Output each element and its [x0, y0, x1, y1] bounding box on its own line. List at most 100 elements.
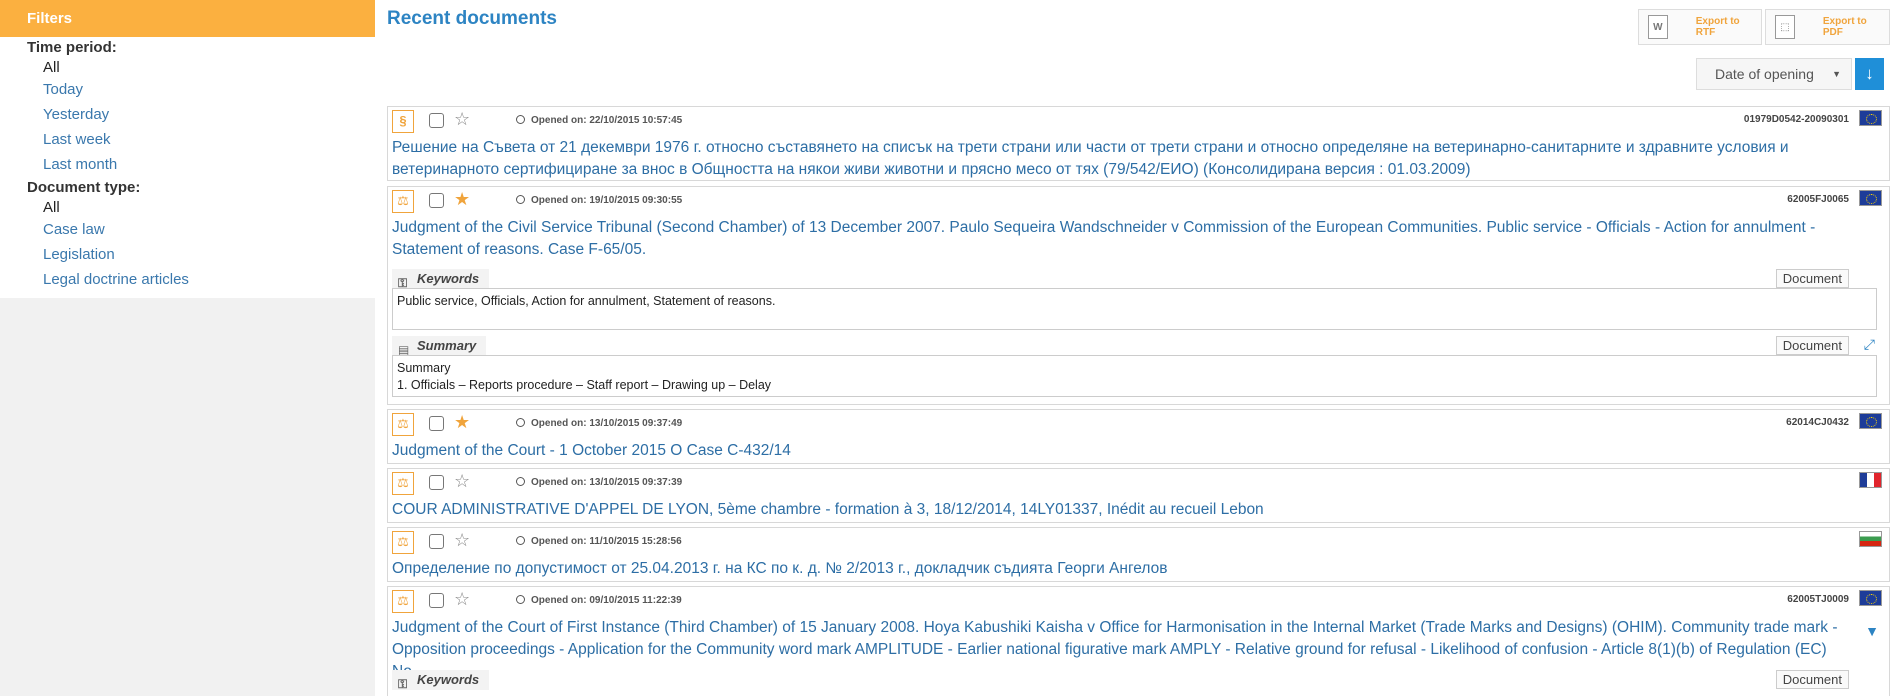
expand-caret-icon[interactable]: ▼ — [1865, 623, 1879, 639]
scales-icon: ⚖ — [392, 190, 414, 213]
keywords-label-text: Keywords — [417, 672, 480, 687]
document-id: 62005FJ0065 — [1787, 194, 1849, 205]
document-item: ⚖ ☆ Opened on: 13/10/2015 09:37:39 COUR … — [387, 468, 1890, 523]
opened-value: 09/10/2015 11:22:39 — [589, 595, 682, 606]
scales-icon: ⚖ — [392, 472, 414, 495]
export-rtf-label: Export to RTF — [1695, 16, 1740, 38]
opened-date: Opened on: 11/10/2015 15:28:56 — [516, 536, 682, 547]
star-icon[interactable]: ☆ — [454, 589, 470, 609]
bulgaria-flag-icon — [1859, 531, 1882, 547]
document-title-link[interactable]: COUR ADMINISTRATIVE D'APPEL DE LYON, 5èm… — [392, 499, 1849, 521]
opened-prefix: Opened on: — [531, 115, 587, 126]
keywords-icon: ⚿ — [398, 677, 408, 691]
clock-icon — [516, 195, 525, 204]
document-id: 62005TJ0009 — [1787, 594, 1849, 605]
summary-text: 1. Officials – Reports procedure – Staff… — [397, 378, 772, 392]
summary-label: ▤ Summary — [392, 336, 487, 357]
filter-type-all[interactable]: All — [0, 199, 375, 217]
keywords-label: ⚿ Keywords — [392, 670, 490, 691]
document-item: ⚖ ☆ Opened on: 09/10/2015 11:22:39 62005… — [387, 586, 1890, 696]
main-content: Recent documents W Export to RTF ⬚ Expor… — [375, 0, 1893, 696]
opened-value: 11/10/2015 15:28:56 — [589, 536, 682, 547]
star-icon[interactable]: ☆ — [454, 530, 470, 550]
star-icon[interactable]: ☆ — [454, 471, 470, 491]
summary-label-text: Summary — [417, 338, 477, 353]
clock-icon — [516, 595, 525, 604]
scales-icon: ⚖ — [392, 531, 414, 554]
eu-flag-icon — [1859, 590, 1882, 606]
star-icon[interactable]: ★ — [454, 189, 470, 209]
filter-time-last-week[interactable]: Last week — [0, 127, 375, 152]
opened-date: Opened on: 19/10/2015 09:30:55 — [516, 195, 682, 206]
document-item: ⚖ ☆ Opened on: 11/10/2015 15:28:56 Опред… — [387, 527, 1890, 582]
opened-value: 19/10/2015 09:30:55 — [589, 195, 683, 206]
filter-type-legislation[interactable]: Legislation — [0, 242, 375, 267]
select-checkbox[interactable] — [429, 593, 444, 608]
clock-icon — [516, 536, 525, 545]
select-checkbox[interactable] — [429, 416, 444, 431]
clock-icon — [516, 477, 525, 486]
select-checkbox[interactable] — [429, 193, 444, 208]
document-item: ⚖ ★ Opened on: 19/10/2015 09:30:55 62005… — [387, 186, 1890, 405]
keywords-document-button[interactable]: Document — [1775, 670, 1849, 689]
opened-value: 13/10/2015 09:37:39 — [589, 477, 683, 488]
filter-type-legal-doctrine[interactable]: Legal doctrine articles — [0, 267, 375, 292]
filter-time-today[interactable]: Today — [0, 77, 375, 102]
clock-icon — [516, 115, 525, 124]
sort-arrow-down-icon: ↓ — [1865, 64, 1874, 83]
keywords-label: ⚿ Keywords — [392, 269, 490, 290]
export-pdf-button[interactable]: ⬚ Export to PDF — [1765, 9, 1890, 45]
document-title-link[interactable]: Judgment of the Civil Service Tribunal (… — [392, 217, 1849, 261]
france-flag-icon — [1859, 472, 1882, 488]
select-checkbox[interactable] — [429, 475, 444, 490]
opened-value: 13/10/2015 09:37:49 — [589, 418, 683, 429]
keywords-label-text: Keywords — [417, 271, 480, 286]
opened-value: 22/10/2015 10:57:45 — [589, 115, 683, 126]
filter-time-all[interactable]: All — [0, 59, 375, 77]
select-checkbox[interactable] — [429, 534, 444, 549]
eu-flag-icon — [1859, 413, 1882, 429]
scales-icon: ⚖ — [392, 590, 414, 613]
document-item: § ☆ Opened on: 22/10/2015 10:57:45 01979… — [387, 106, 1890, 181]
filter-type-case-law[interactable]: Case law — [0, 217, 375, 242]
filters-header: Filters — [0, 0, 375, 37]
sort-direction-button[interactable]: ↓ — [1855, 58, 1884, 90]
rtf-file-icon: W — [1648, 15, 1668, 39]
document-id: 01979D0542-20090301 — [1743, 114, 1849, 125]
document-type-label: Document type: — [27, 179, 141, 196]
keywords-document-button[interactable]: Document — [1775, 269, 1849, 288]
star-icon[interactable]: ★ — [454, 412, 470, 432]
opened-prefix: Opened on: — [531, 195, 587, 206]
opened-date: Opened on: 09/10/2015 11:22:39 — [516, 595, 682, 606]
eu-flag-icon — [1859, 190, 1882, 206]
filter-time-last-month[interactable]: Last month — [0, 152, 375, 177]
filters-panel: Time period: All Today Yesterday Last we… — [0, 37, 375, 298]
expand-icon[interactable]: ⤢ — [1864, 336, 1875, 353]
keywords-box: Public service, Officials, Action for an… — [392, 288, 1877, 330]
opened-date: Opened on: 13/10/2015 09:37:39 — [516, 477, 682, 488]
document-title-link[interactable]: Judgment of the Court - 1 October 2015 O… — [392, 440, 1849, 462]
opened-prefix: Opened on: — [531, 595, 587, 606]
document-title-link[interactable]: Определение по допустимост от 25.04.2013… — [392, 558, 1849, 580]
star-icon[interactable]: ☆ — [454, 109, 470, 129]
document-title-link[interactable]: Решение на Съвета от 21 декември 1976 г.… — [392, 137, 1849, 181]
keywords-text: Public service, Officials, Action for an… — [397, 294, 776, 308]
document-item: ⚖ ★ Opened on: 13/10/2015 09:37:49 62014… — [387, 409, 1890, 464]
time-period-label: Time period: — [27, 39, 117, 56]
summary-document-button[interactable]: Document — [1775, 336, 1849, 355]
export-pdf-label: Export to PDF — [1822, 16, 1867, 38]
eu-flag-icon — [1859, 110, 1882, 126]
filter-time-yesterday[interactable]: Yesterday — [0, 102, 375, 127]
opened-prefix: Opened on: — [531, 418, 587, 429]
sort-select[interactable]: Date of opening ▼ — [1696, 58, 1852, 90]
opened-date: Opened on: 13/10/2015 09:37:49 — [516, 418, 682, 429]
summary-heading: Summary — [397, 361, 451, 375]
sort-select-value: Date of opening — [1715, 66, 1814, 82]
document-title-link[interactable]: Judgment of the Court of First Instance … — [392, 617, 1849, 683]
page-title: Recent documents — [387, 8, 557, 29]
select-checkbox[interactable] — [429, 113, 444, 128]
export-rtf-button[interactable]: W Export to RTF — [1638, 9, 1762, 45]
summary-box: Summary 1. Officials – Reports procedure… — [392, 355, 1877, 397]
clock-icon — [516, 418, 525, 427]
scales-icon: ⚖ — [392, 413, 414, 436]
